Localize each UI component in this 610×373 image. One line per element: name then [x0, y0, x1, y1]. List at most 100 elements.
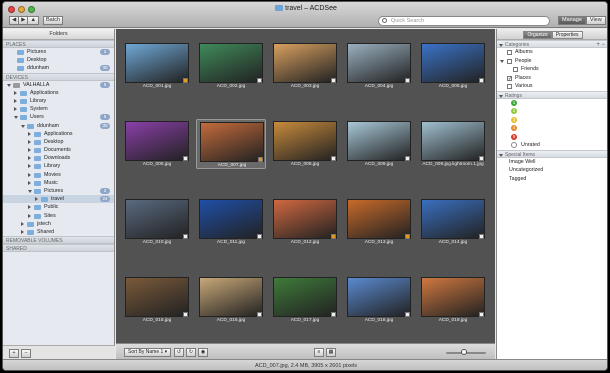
- category-places[interactable]: Places: [497, 74, 607, 83]
- thumbnail-checkbox[interactable]: [258, 157, 263, 162]
- thumbnail-image[interactable]: [273, 199, 337, 239]
- tab-organize[interactable]: Organize: [523, 31, 552, 39]
- tree-item-jstech[interactable]: jstech: [3, 220, 114, 228]
- thumbnail-checkbox[interactable]: [257, 312, 262, 317]
- thumbnail-item[interactable]: ACD_014.jpg: [418, 197, 488, 247]
- category-friends[interactable]: Friends: [497, 65, 607, 74]
- category-albums[interactable]: Albums: [497, 48, 607, 57]
- thumbnail-item[interactable]: ACD_003.jpg: [270, 41, 340, 91]
- special-item[interactable]: Uncategorized: [497, 166, 607, 175]
- category-checkbox[interactable]: [507, 58, 512, 64]
- disclosure-icon[interactable]: [21, 221, 24, 226]
- tree-item-music[interactable]: Music: [3, 179, 114, 187]
- thumbnail-image[interactable]: [421, 277, 485, 317]
- thumbnail-image[interactable]: [125, 277, 189, 317]
- thumbnail-checkbox[interactable]: [257, 234, 262, 239]
- thumbnail-checkbox[interactable]: [331, 312, 336, 317]
- tree-item-applications[interactable]: Applications: [3, 89, 114, 97]
- thumbnail-item[interactable]: ACD_008.jpg: [270, 119, 340, 169]
- thumbnail-item[interactable]: ACD_005.jpg: [418, 41, 488, 91]
- sidebar-item-desktop[interactable]: Desktop: [3, 56, 114, 64]
- disclosure-icon[interactable]: [14, 116, 18, 120]
- tree-item-sites[interactable]: Sites: [3, 212, 114, 220]
- thumbnail-image[interactable]: [199, 277, 263, 317]
- disclosure-icon[interactable]: [14, 98, 17, 103]
- disclosure-icon[interactable]: [28, 148, 31, 153]
- thumbnail-image[interactable]: [273, 277, 337, 317]
- thumbnail-item[interactable]: ACD_009.jpg: [344, 119, 414, 169]
- rating-unrated[interactable]: Unrated: [497, 141, 607, 150]
- thumbnail-checkbox[interactable]: [405, 78, 410, 83]
- sidebar-item-ddunham[interactable]: ddunham 30: [3, 64, 114, 72]
- disclosure-icon[interactable]: [500, 59, 504, 63]
- preview-eye-icon[interactable]: ◉: [198, 348, 208, 357]
- tree-item-desktop[interactable]: Desktop: [3, 138, 114, 146]
- disclosure-icon[interactable]: [28, 180, 31, 185]
- tree-item-library[interactable]: Library: [3, 162, 114, 170]
- category-checkbox[interactable]: [507, 75, 512, 83]
- thumbnail-checkbox[interactable]: [479, 312, 484, 317]
- disclosure-icon[interactable]: [28, 172, 31, 177]
- tree-item-travel[interactable]: travel 24: [3, 195, 114, 204]
- thumbnail-item[interactable]: ACD_015.jpg: [122, 275, 192, 325]
- special-item[interactable]: Image Well: [497, 158, 607, 167]
- thumbnail-checkbox[interactable]: [183, 78, 188, 83]
- thumbnail-item[interactable]: ACD_013.jpg: [344, 197, 414, 247]
- tab-properties[interactable]: Properties: [551, 31, 583, 39]
- thumbnail-image[interactable]: [200, 122, 264, 162]
- thumbnail-checkbox[interactable]: [331, 78, 336, 83]
- disclosure-icon[interactable]: [21, 229, 24, 234]
- category-checkbox[interactable]: [507, 50, 512, 55]
- rating-2[interactable]: 2: [497, 107, 607, 116]
- thumbnail-checkbox[interactable]: [405, 156, 410, 161]
- manage-mode-button[interactable]: Manage: [558, 16, 586, 25]
- search-input[interactable]: Quick Search: [378, 16, 550, 26]
- ratings-header[interactable]: Ratings: [497, 90, 607, 99]
- thumbnail-item[interactable]: ACD_019.jpg: [418, 275, 488, 325]
- tree-item-valhalla[interactable]: VALHALLA 5: [3, 81, 114, 89]
- rotate-left-icon[interactable]: ↺: [174, 348, 184, 357]
- thumbnail-checkbox[interactable]: [479, 234, 484, 239]
- thumbnail-image[interactable]: [125, 199, 189, 239]
- tree-item-users[interactable]: Users 5: [3, 113, 114, 121]
- category-people[interactable]: People: [497, 57, 607, 66]
- thumbnail-image[interactable]: [125, 43, 189, 83]
- thumbnail-item[interactable]: ACD_007.jpg: [196, 119, 266, 169]
- add-folder-button[interactable]: +: [9, 349, 19, 358]
- thumbnail-image[interactable]: [421, 199, 485, 239]
- thumbnail-image[interactable]: [273, 43, 337, 83]
- thumbnail-image[interactable]: [347, 199, 411, 239]
- thumbnail-item[interactable]: ACD_017.jpg: [270, 275, 340, 325]
- tree-item-movies[interactable]: Movies: [3, 171, 114, 179]
- category-checkbox[interactable]: [513, 67, 518, 72]
- rating-5[interactable]: 5: [497, 133, 607, 142]
- rotate-right-icon[interactable]: ↻: [186, 348, 196, 357]
- thumbnail-item[interactable]: ACD_010.jpg: [122, 197, 192, 247]
- thumbnail-checkbox[interactable]: [183, 234, 188, 239]
- shared-header[interactable]: SHARED: [3, 244, 114, 253]
- category-various[interactable]: Various: [497, 82, 607, 91]
- thumbnail-image[interactable]: [273, 121, 337, 161]
- thumbnail-image[interactable]: [347, 43, 411, 83]
- thumbnail-item[interactable]: ACD_004.jpg: [344, 41, 414, 91]
- disclosure-icon[interactable]: [28, 164, 31, 169]
- disclosure-icon[interactable]: [14, 90, 17, 95]
- places-header[interactable]: PLACES: [3, 40, 114, 48]
- grid-view-icon[interactable]: ▦: [326, 348, 336, 357]
- rating-4[interactable]: 4: [497, 124, 607, 133]
- category-checkbox[interactable]: [507, 84, 512, 89]
- thumbnail-image[interactable]: [421, 121, 485, 161]
- thumbnail-image[interactable]: [199, 199, 263, 239]
- thumbnail-item[interactable]: ACD_001.jpg: [122, 41, 192, 91]
- thumbnail-image[interactable]: [347, 121, 411, 161]
- tree-item-library[interactable]: Library: [3, 97, 114, 105]
- tree-item-downloads[interactable]: Downloads: [3, 154, 114, 162]
- remove-folder-button[interactable]: −: [21, 349, 31, 358]
- thumbnail-image[interactable]: [125, 121, 189, 161]
- thumbnail-image[interactable]: [199, 43, 263, 83]
- thumbnail-checkbox[interactable]: [183, 156, 188, 161]
- thumbnail-item[interactable]: ACD_012.jpg: [270, 197, 340, 247]
- special-items-header[interactable]: Special Items: [497, 149, 607, 158]
- thumbnail-size-knob[interactable]: [461, 349, 467, 355]
- thumbnail-checkbox[interactable]: [479, 78, 484, 83]
